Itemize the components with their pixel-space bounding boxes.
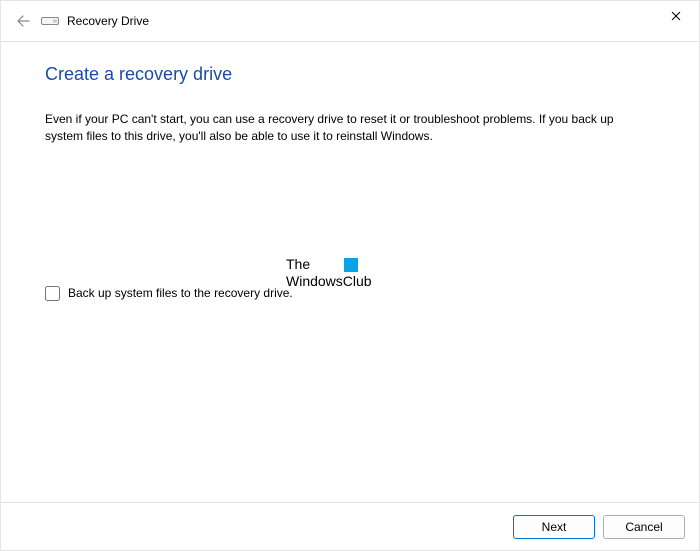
page-heading: Create a recovery drive	[45, 64, 655, 85]
backup-checkbox-label: Back up system files to the recovery dri…	[68, 286, 293, 300]
page-description: Even if your PC can't start, you can use…	[45, 111, 635, 146]
close-button[interactable]	[653, 1, 699, 31]
watermark-line1: The	[286, 256, 310, 272]
backup-checkbox[interactable]	[45, 286, 60, 301]
window-title: Recovery Drive	[67, 14, 149, 28]
footer: Next Cancel	[1, 502, 699, 550]
next-button[interactable]: Next	[513, 515, 595, 539]
cancel-button[interactable]: Cancel	[603, 515, 685, 539]
back-arrow-icon[interactable]	[15, 13, 31, 29]
titlebar: Recovery Drive	[1, 1, 699, 41]
recovery-drive-icon	[41, 15, 59, 27]
close-icon	[671, 8, 681, 24]
watermark-square-icon	[344, 258, 358, 272]
watermark-line2: WindowsClub	[286, 273, 372, 289]
watermark: The WindowsClub	[286, 256, 372, 290]
